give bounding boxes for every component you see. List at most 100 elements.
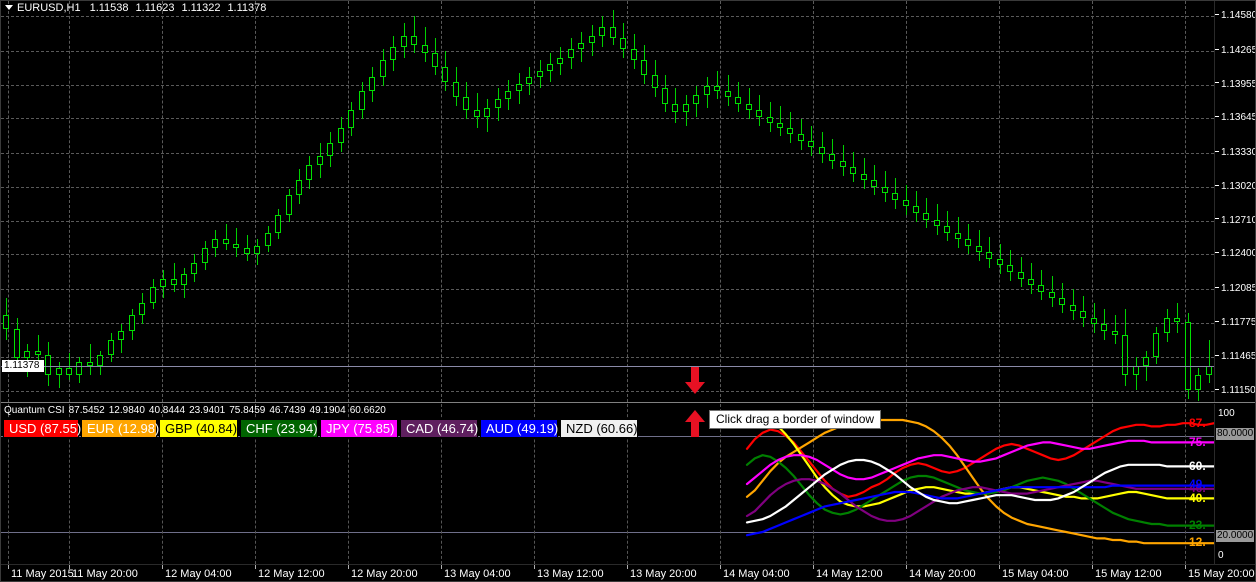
indicator-value-label-nzd: 60. bbox=[1189, 460, 1206, 472]
ohlc-low: 1.11322 bbox=[181, 2, 220, 14]
current-price-line bbox=[1, 366, 1214, 367]
currency-badge-eur[interactable]: EUR (12.98) bbox=[81, 419, 157, 438]
price-scale[interactable]: 1.145801.142651.139551.136451.133301.130… bbox=[1214, 1, 1256, 402]
time-axis-label: 14 May 04:00 bbox=[723, 568, 790, 581]
candle-body bbox=[1174, 318, 1180, 322]
candle-body bbox=[56, 368, 62, 375]
price-chart-panel[interactable] bbox=[1, 1, 1214, 402]
currency-badge-cad[interactable]: CAD (46.74) bbox=[400, 419, 478, 438]
indicator-scale[interactable]: 100 80.0000 20.0000 0 bbox=[1214, 404, 1256, 564]
currency-badge-row: USD (87.55)EUR (12.98)GBP (40.84)CHF (23… bbox=[3, 419, 640, 438]
ohlc-high: 1.11623 bbox=[136, 2, 175, 14]
time-axis-label: 12 May 20:00 bbox=[351, 568, 418, 581]
panel-separator-gap bbox=[1, 403, 1256, 404]
currency-badge-chf[interactable]: CHF (23.94) bbox=[240, 419, 318, 438]
currency-badge-gbp[interactable]: GBP (40.84) bbox=[159, 419, 238, 438]
symbol-label: EURUSD,H1 bbox=[17, 2, 81, 14]
candle-body bbox=[1122, 335, 1128, 374]
arrow-down-icon[interactable] bbox=[684, 367, 706, 395]
candle-body bbox=[923, 213, 929, 220]
currency-badge-usd[interactable]: USD (87.55) bbox=[3, 419, 79, 438]
price-tick-dash bbox=[1215, 389, 1219, 390]
price-tick-dash bbox=[1215, 252, 1219, 253]
price-gridline bbox=[1, 118, 1214, 119]
candle-body bbox=[976, 246, 982, 253]
candle-body bbox=[14, 329, 20, 359]
time-gridline bbox=[162, 1, 163, 402]
indicator-value-label-chf: 23. bbox=[1189, 519, 1206, 531]
candle-body bbox=[45, 355, 51, 375]
time-axis-tick bbox=[1185, 565, 1186, 569]
candle-body bbox=[662, 88, 668, 103]
candle-body bbox=[348, 110, 354, 127]
candle-body bbox=[903, 200, 909, 207]
candle-body bbox=[453, 82, 459, 97]
indicator-name: Quantum CSI bbox=[4, 405, 65, 416]
indicator-data-value: 60.6620 bbox=[350, 405, 386, 416]
candle-body bbox=[652, 75, 658, 88]
candle-body bbox=[965, 239, 971, 246]
candle-body bbox=[484, 108, 490, 117]
time-axis-label: 15 May 04:00 bbox=[1002, 568, 1069, 581]
candle-body bbox=[108, 340, 114, 355]
time-axis-tick bbox=[1092, 565, 1093, 569]
candle-body bbox=[1164, 318, 1170, 333]
candle-body bbox=[892, 193, 898, 200]
candle-body bbox=[641, 60, 647, 75]
candle-body bbox=[171, 279, 177, 286]
currency-badge-jpy[interactable]: JPY (75.85) bbox=[320, 419, 398, 438]
candle-body bbox=[3, 315, 9, 329]
time-gridline bbox=[1092, 1, 1093, 402]
price-tick-dash bbox=[1215, 355, 1219, 356]
candle-body bbox=[986, 252, 992, 259]
currency-badge-nzd[interactable]: NZD (60.66) bbox=[560, 419, 638, 438]
candle-body bbox=[35, 351, 41, 355]
symbol-ohlc-bar: EURUSD,H11.115381.116231.113221.11378 bbox=[1, 1, 1256, 15]
candle-body bbox=[672, 104, 678, 113]
indicator-value-label-jpy: 75. bbox=[1189, 436, 1206, 448]
time-axis-tick bbox=[8, 565, 9, 569]
price-gridline bbox=[1, 153, 1214, 154]
candle-body bbox=[24, 351, 30, 359]
price-scale-label: 1.11775 bbox=[1215, 317, 1256, 328]
time-axis-tick bbox=[720, 565, 721, 569]
time-axis-label: 11 May 2015 bbox=[11, 568, 74, 581]
time-axis-tick bbox=[906, 565, 907, 569]
candle-body bbox=[401, 36, 407, 47]
indicator-scale-bottom: 0 bbox=[1218, 550, 1224, 561]
candle-body bbox=[432, 53, 438, 66]
candle-body bbox=[1028, 279, 1034, 286]
price-scale-label: 1.12710 bbox=[1215, 215, 1256, 226]
currency-badge-aud[interactable]: AUD (49.19) bbox=[480, 419, 558, 438]
candle-wick bbox=[717, 71, 718, 99]
candle-body bbox=[798, 134, 804, 141]
candle-body bbox=[547, 64, 553, 71]
candle-wick bbox=[174, 263, 175, 291]
time-axis[interactable]: 11 May 201511 May 20:0012 May 04:0012 Ma… bbox=[1, 564, 1256, 582]
candle-body bbox=[1185, 322, 1191, 390]
indicator-data-value: 75.8459 bbox=[229, 405, 265, 416]
time-axis-label: 15 May 20:00 bbox=[1188, 568, 1255, 581]
price-gridline bbox=[1, 254, 1214, 255]
arrow-up-icon[interactable] bbox=[684, 409, 706, 437]
time-axis-tick bbox=[162, 565, 163, 569]
candle-body bbox=[1153, 333, 1159, 357]
indicator-value-label-eur: 12. bbox=[1189, 536, 1206, 548]
candle-body bbox=[244, 248, 250, 255]
candle-body bbox=[1143, 357, 1149, 366]
candle-body bbox=[871, 180, 877, 187]
time-axis-label: 15 May 12:00 bbox=[1095, 568, 1162, 581]
chevron-down-icon[interactable] bbox=[5, 5, 13, 10]
candle-body bbox=[599, 27, 605, 36]
mt4-chart-window: EURUSD,H11.115381.116231.113221.11378 1.… bbox=[0, 0, 1256, 582]
price-scale-label: 1.14265 bbox=[1215, 45, 1256, 56]
time-axis-tick bbox=[69, 565, 70, 569]
time-axis-tick bbox=[999, 565, 1000, 569]
indicator-data-value: 46.7439 bbox=[269, 405, 305, 416]
candle-body bbox=[756, 110, 762, 117]
indicator-value-label-aud: 49. bbox=[1189, 478, 1206, 490]
candle-wick bbox=[1115, 315, 1116, 345]
candle-body bbox=[275, 215, 281, 232]
price-scale-label: 1.12400 bbox=[1215, 248, 1256, 259]
candle-body bbox=[589, 36, 595, 43]
